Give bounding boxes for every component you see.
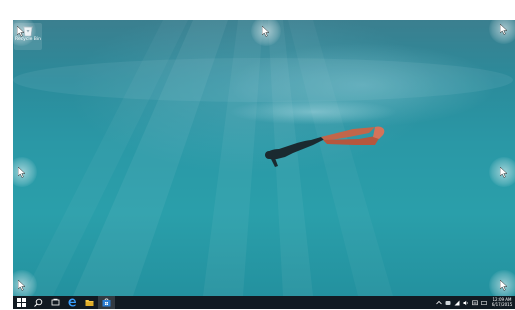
taskbar-clock[interactable]: 12:09 AM 6/17/2015 xyxy=(491,297,513,307)
store-button[interactable] xyxy=(98,296,115,309)
task-view-icon xyxy=(51,298,60,306)
hot-corner-middle-right xyxy=(489,157,515,187)
tray-app-button[interactable] xyxy=(443,296,452,309)
task-view-button[interactable] xyxy=(47,296,64,309)
cursor-arrow-icon xyxy=(499,279,508,291)
cursor-arrow-icon xyxy=(499,23,508,35)
freediver-figure xyxy=(265,126,385,167)
keyboard-icon xyxy=(480,300,487,305)
cursor-arrow-icon xyxy=(17,166,26,178)
start-button[interactable] xyxy=(13,296,30,309)
system-tray: 12:09 AM 6/17/2015 xyxy=(434,296,513,309)
show-hidden-icons-button[interactable] xyxy=(434,296,443,309)
tray-app-icon xyxy=(445,300,450,305)
clock-date: 6/17/2015 xyxy=(491,301,513,307)
cursor-arrow-icon xyxy=(17,279,26,291)
search-button[interactable] xyxy=(30,296,47,309)
cursor-arrow-icon xyxy=(261,25,270,37)
windows-logo-icon xyxy=(17,298,26,307)
volume-icon xyxy=(463,300,468,305)
edge-icon xyxy=(68,298,76,307)
edge-browser-button[interactable] xyxy=(64,296,81,309)
cursor-arrow-icon xyxy=(16,25,25,37)
chevron-up-icon xyxy=(435,300,442,304)
file-explorer-button[interactable] xyxy=(81,296,98,309)
file-explorer-icon xyxy=(85,300,94,306)
action-center-button[interactable] xyxy=(470,296,479,309)
network-icon xyxy=(454,300,459,305)
keyboard-button[interactable] xyxy=(479,296,488,309)
desktop-screen: Recycle Bin xyxy=(13,20,515,309)
search-icon xyxy=(34,298,43,307)
desktop-wallpaper[interactable]: Recycle Bin xyxy=(13,20,515,296)
store-icon xyxy=(102,298,111,307)
action-center-icon xyxy=(471,300,478,305)
cursor-arrow-icon xyxy=(499,166,508,178)
volume-button[interactable] xyxy=(461,296,470,309)
network-button[interactable] xyxy=(452,296,461,309)
taskbar: 12:09 AM 6/17/2015 xyxy=(13,296,515,309)
